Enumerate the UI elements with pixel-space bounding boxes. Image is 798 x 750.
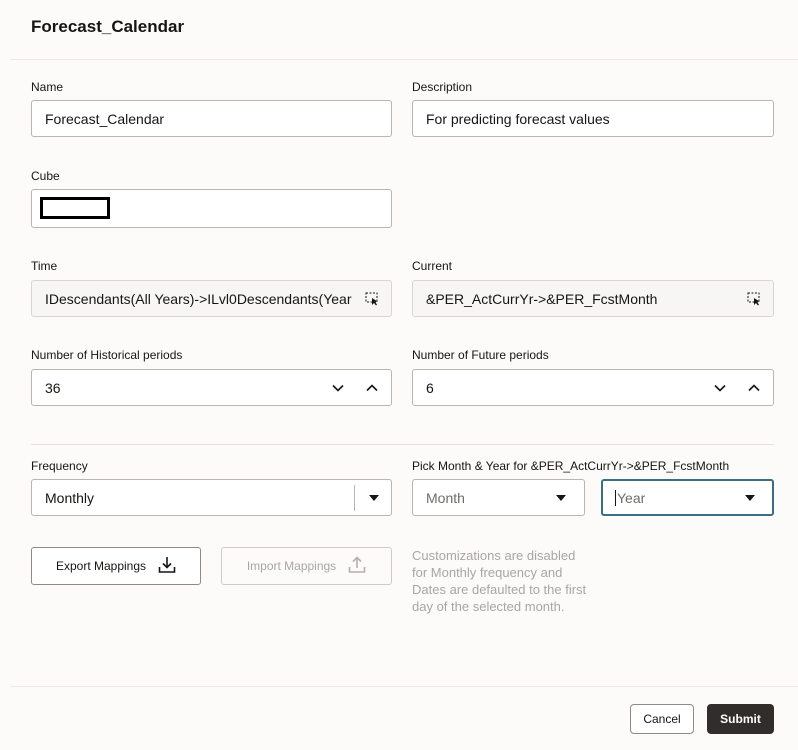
current-label: Current bbox=[412, 259, 453, 273]
year-select[interactable]: Year bbox=[601, 479, 774, 516]
customization-note: Customizations are disabled for Monthly … bbox=[412, 548, 587, 614]
member-selector-icon[interactable] bbox=[365, 292, 379, 306]
month-select[interactable]: Month bbox=[412, 479, 585, 516]
future-label: Number of Future periods bbox=[412, 348, 549, 362]
download-icon bbox=[158, 556, 176, 577]
pick-month-year-label: Pick Month & Year for &PER_ActCurrYr->&P… bbox=[412, 459, 730, 473]
current-field[interactable]: &PER_ActCurrYr->&PER_FcstMonth bbox=[412, 280, 774, 317]
chevron-up-icon[interactable] bbox=[363, 379, 381, 397]
export-mappings-button[interactable]: Export Mappings bbox=[31, 547, 201, 585]
import-mappings-button[interactable]: Import Mappings bbox=[221, 547, 392, 585]
cube-field[interactable] bbox=[31, 189, 392, 228]
cancel-button[interactable]: Cancel bbox=[630, 704, 694, 734]
upload-icon bbox=[348, 555, 366, 577]
cube-label: Cube bbox=[31, 169, 60, 183]
month-placeholder: Month bbox=[426, 489, 465, 506]
name-value: Forecast_Calendar bbox=[45, 110, 165, 127]
year-placeholder: Year bbox=[617, 489, 646, 506]
future-stepper[interactable]: 6 bbox=[412, 369, 774, 406]
redacted-block bbox=[40, 197, 110, 219]
chevron-down-icon[interactable] bbox=[711, 379, 729, 397]
import-mappings-label: Import Mappings bbox=[246, 559, 337, 573]
frequency-value: Monthly bbox=[45, 489, 95, 506]
frequency-select[interactable]: Monthly bbox=[31, 479, 392, 516]
chevron-up-icon[interactable] bbox=[745, 379, 763, 397]
dropdown-arrow-icon[interactable] bbox=[743, 491, 757, 505]
header-divider bbox=[10, 59, 798, 60]
dialog-title: Forecast_Calendar bbox=[31, 17, 185, 36]
footer-divider bbox=[10, 686, 798, 687]
frequency-label: Frequency bbox=[31, 459, 88, 473]
name-label: Name bbox=[31, 80, 64, 94]
dropdown-arrow-icon[interactable] bbox=[367, 491, 381, 505]
current-value: &PER_ActCurrYr->&PER_FcstMonth bbox=[426, 290, 658, 307]
member-selector-icon[interactable] bbox=[747, 292, 761, 306]
chevron-down-icon[interactable] bbox=[329, 379, 347, 397]
historical-value: 36 bbox=[45, 379, 61, 396]
dropdown-arrow-icon[interactable] bbox=[554, 491, 568, 505]
historical-stepper[interactable]: 36 bbox=[31, 369, 392, 406]
export-mappings-label: Export Mappings bbox=[55, 559, 147, 573]
historical-label: Number of Historical periods bbox=[31, 348, 183, 362]
time-label: Time bbox=[31, 259, 58, 273]
future-value: 6 bbox=[426, 379, 434, 396]
time-field[interactable]: IDescendants(All Years)->ILvl0Descendant… bbox=[31, 280, 392, 317]
name-field[interactable]: Forecast_Calendar bbox=[31, 100, 392, 137]
section-divider bbox=[31, 444, 774, 445]
description-value: For predicting forecast values bbox=[426, 110, 610, 127]
select-divider bbox=[354, 484, 355, 511]
submit-button[interactable]: Submit bbox=[707, 704, 774, 734]
time-value: IDescendants(All Years)->ILvl0Descendant… bbox=[45, 290, 352, 307]
text-cursor bbox=[615, 489, 616, 506]
description-field[interactable]: For predicting forecast values bbox=[412, 100, 774, 137]
description-label: Description bbox=[412, 80, 473, 94]
